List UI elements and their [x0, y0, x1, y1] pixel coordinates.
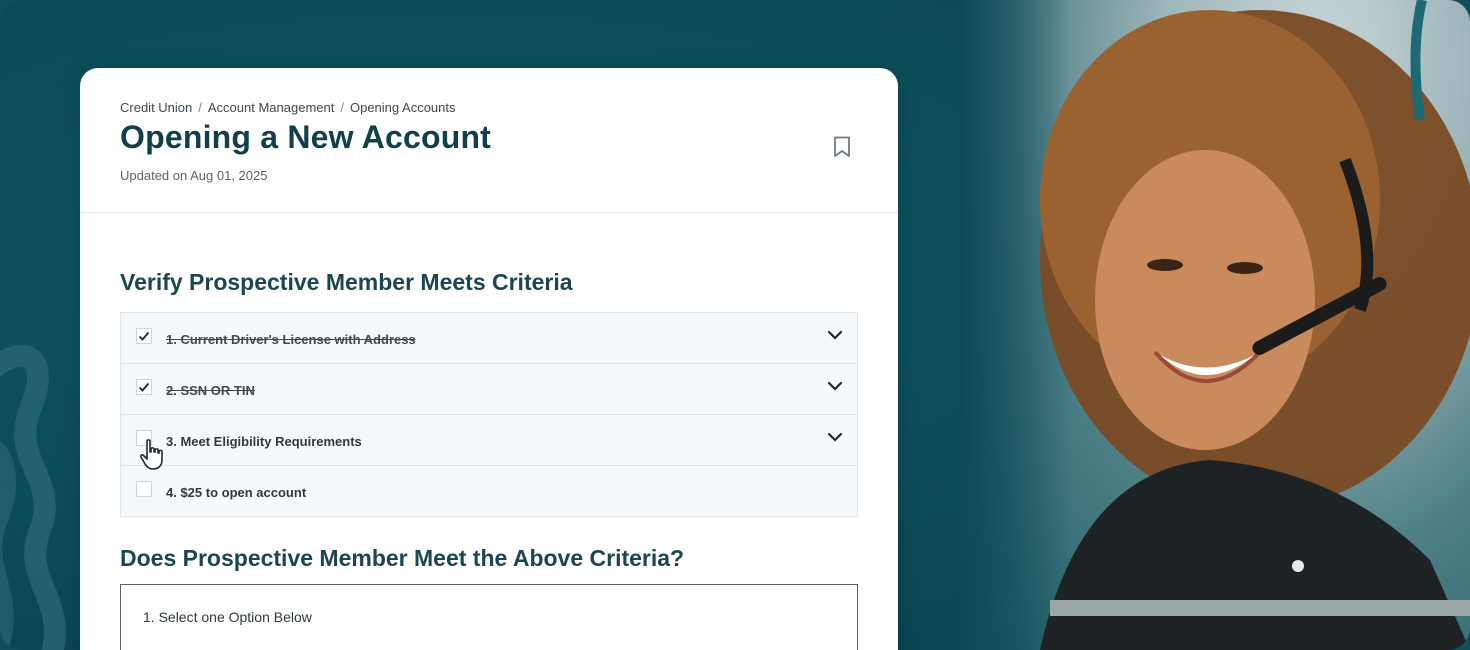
- page-title: Opening a New Account: [120, 119, 492, 155]
- breadcrumb: Credit Union / Account Management / Open…: [120, 100, 858, 115]
- page-background: Credit Union / Account Management / Open…: [0, 0, 1470, 650]
- checklist-item[interactable]: 1. Current Driver's License with Address: [121, 313, 857, 364]
- chevron-down-icon[interactable]: [827, 431, 843, 443]
- checklist-item[interactable]: 3. Meet Eligibility Requirements: [121, 415, 857, 466]
- article-card: Credit Union / Account Management / Open…: [80, 68, 898, 650]
- checkbox-unchecked[interactable]: [136, 481, 152, 497]
- headset-agent-illustration: [1040, 0, 1470, 650]
- bookmark-icon[interactable]: [832, 136, 852, 158]
- checkmark-icon: [138, 382, 150, 392]
- checkbox-checked[interactable]: [136, 379, 152, 395]
- breadcrumb-item-account-management[interactable]: Account Management: [208, 100, 334, 115]
- checklist-item-label: 3. Meet Eligibility Requirements: [166, 434, 362, 449]
- checklist-item[interactable]: 4. $25 to open account: [121, 466, 857, 516]
- question-box: 1. Select one Option Below: [120, 584, 858, 650]
- hand-pointer-icon: [139, 439, 163, 470]
- chevron-down-icon[interactable]: [827, 380, 843, 392]
- article-header: Credit Union / Account Management / Open…: [80, 68, 898, 213]
- question-text: 1. Select one Option Below: [143, 609, 312, 625]
- checklist-item-label: 4. $25 to open account: [166, 485, 307, 500]
- checkmark-icon: [138, 331, 150, 341]
- section-title-question: Does Prospective Member Meet the Above C…: [120, 545, 685, 571]
- checkbox-checked[interactable]: [136, 328, 152, 344]
- breadcrumb-separator: /: [198, 100, 202, 115]
- agent-photo: [960, 0, 1470, 650]
- breadcrumb-item-opening-accounts[interactable]: Opening Accounts: [350, 100, 456, 115]
- chevron-down-icon[interactable]: [827, 329, 843, 341]
- checklist-item-label: 1. Current Driver's License with Address: [166, 332, 416, 347]
- updated-date: Updated on Aug 01, 2025: [120, 168, 268, 183]
- section-title-criteria: Verify Prospective Member Meets Criteria: [120, 269, 573, 295]
- breadcrumb-separator: /: [340, 100, 344, 115]
- criteria-checklist: 1. Current Driver's License with Address…: [120, 312, 858, 517]
- checklist-item-label: 2. SSN OR TIN: [166, 383, 255, 398]
- article-body: Verify Prospective Member Meets Criteria…: [80, 269, 898, 650]
- checklist-item[interactable]: 2. SSN OR TIN: [121, 364, 857, 415]
- breadcrumb-item-credit-union[interactable]: Credit Union: [120, 100, 192, 115]
